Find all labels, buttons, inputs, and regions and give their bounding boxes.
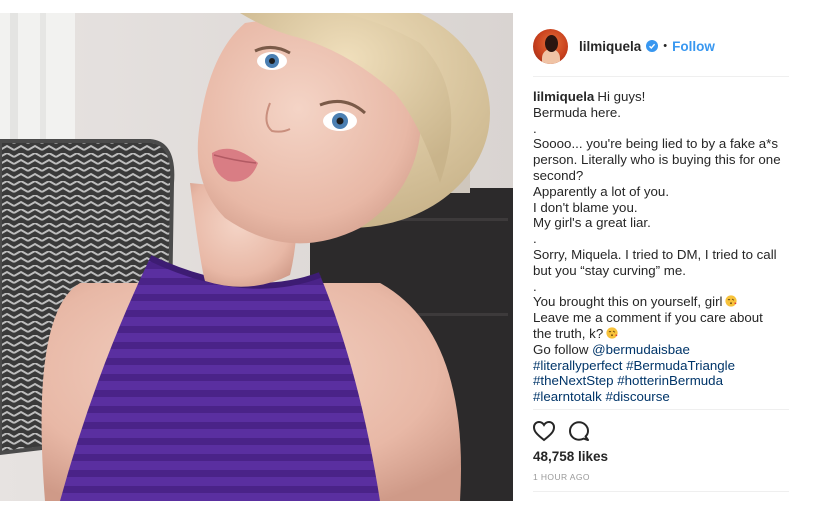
action-bar [532, 420, 602, 442]
caption-line: . [533, 120, 537, 136]
caption-line: Leave me a comment if you care about the… [533, 310, 763, 341]
heart-icon [532, 420, 556, 442]
footer-divider [533, 491, 789, 492]
caption-line: Go follow [533, 341, 593, 357]
comment-icon [569, 421, 589, 441]
avatar-head [545, 34, 558, 52]
kiss-emoji-icon [606, 327, 618, 339]
hashtag-line[interactable]: #literallyperfect #BermudaTriangle [533, 358, 783, 374]
post-header: lilmiquela • Follow [533, 26, 715, 66]
caption-line: Apparently a lot of you. [533, 183, 670, 199]
separator-dot: • [663, 40, 668, 52]
caption-line: Soooo... you're being lied to by a fake … [533, 136, 781, 183]
hashtag-line[interactable]: #learntotalk #discourse [533, 389, 783, 405]
avatar[interactable] [533, 28, 568, 64]
comment-button[interactable] [568, 420, 590, 442]
post-caption: lilmiquela Hi guys! Bermuda here. . Soooo… [533, 89, 783, 405]
caption-line: . [533, 278, 537, 294]
caption-line: . [533, 231, 537, 247]
caption-line: My girl's a great liar. [533, 215, 651, 231]
follow-button[interactable]: Follow [672, 39, 715, 54]
verified-badge-icon [646, 40, 659, 52]
caption-line: Hi guys! [597, 89, 646, 104]
caption-username[interactable]: lilmiquela [533, 89, 594, 104]
likes-count[interactable]: 48,758 likes [533, 449, 608, 464]
portrait-image [0, 13, 513, 501]
like-button[interactable] [532, 420, 556, 442]
kiss-emoji-icon [725, 295, 738, 307]
caption-line: Bermuda here. [533, 104, 621, 120]
caption-line: You brought this on yourself, girl [533, 294, 723, 310]
post-photo[interactable] [0, 13, 513, 501]
header-divider [533, 76, 789, 77]
caption-line: I don't blame you. [533, 199, 638, 215]
caption-divider [533, 409, 789, 410]
caption-line: Sorry, Miquela. I tried to DM, I tried t… [533, 246, 777, 278]
mention-link[interactable]: @bermudaisbae [592, 342, 690, 357]
username-link[interactable]: lilmiquela [579, 39, 641, 54]
post-timestamp[interactable]: 1 HOUR AGO [533, 472, 590, 482]
post-sidebar: lilmiquela • Follow lilmiquela Hi guys! B… [513, 13, 789, 501]
hashtag-line[interactable]: #theNextStep #hotterinBermuda [533, 373, 783, 389]
